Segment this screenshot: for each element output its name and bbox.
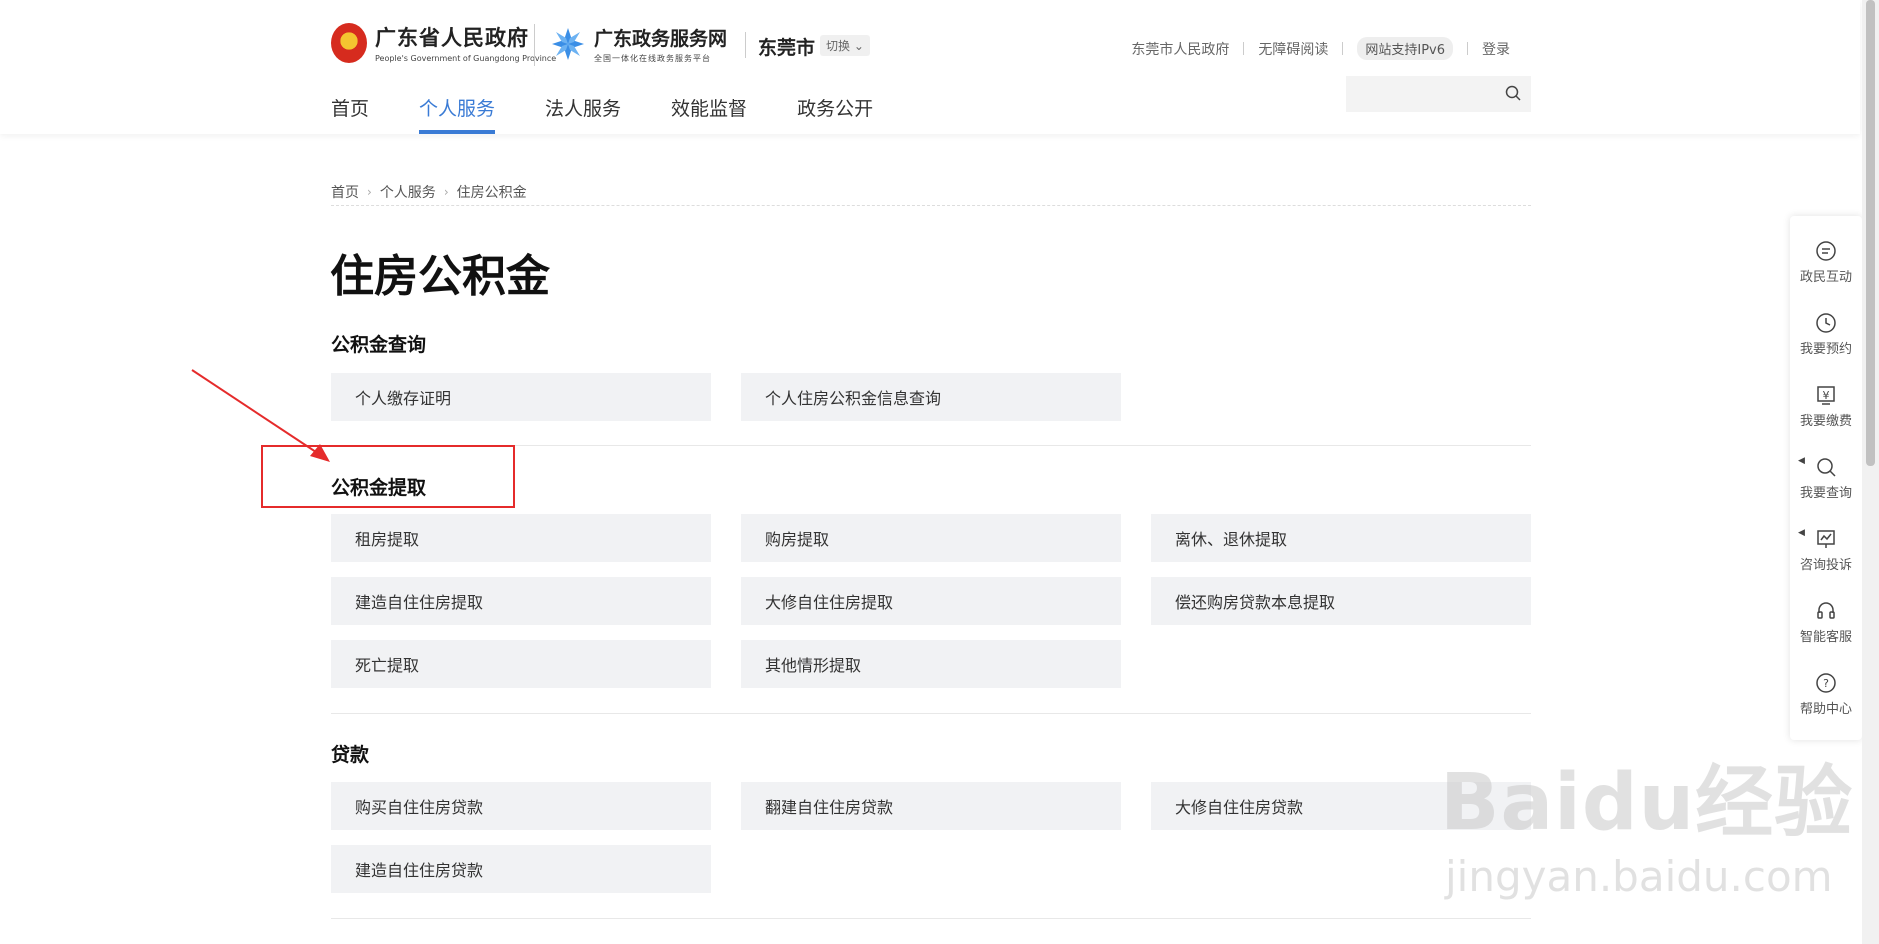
svg-text:?: ? xyxy=(1823,677,1829,690)
section-title-loan: 贷款 xyxy=(331,744,370,766)
floating-sidebar: 政民互动 我要预约 ¥ 我要缴费 ◀ 我要查询 ◀ 咨询投诉 智能客服 ? 帮助… xyxy=(1790,216,1862,740)
sidebar-item-label: 我要缴费 xyxy=(1799,413,1852,429)
annotation-arrow-icon xyxy=(191,369,330,462)
service-card[interactable]: 离休、退休提取 xyxy=(1151,514,1531,562)
service-subtitle: 全国一体化在线政务服务平台 xyxy=(594,54,711,63)
service-card[interactable]: 个人住房公积金信息查询 xyxy=(741,373,1121,421)
nav-efficiency-supervision[interactable]: 效能监督 xyxy=(671,94,747,134)
breadcrumb-home[interactable]: 首页 xyxy=(331,182,359,202)
link-separator xyxy=(1467,42,1468,55)
service-card[interactable]: 死亡提取 xyxy=(331,640,711,688)
service-card[interactable]: 租房提取 xyxy=(331,514,711,562)
breadcrumb-personal-services[interactable]: 个人服务 xyxy=(380,182,436,202)
national-emblem-icon xyxy=(331,22,367,63)
service-card[interactable]: 购房提取 xyxy=(741,514,1121,562)
scrollbar[interactable] xyxy=(1862,0,1879,944)
sidebar-item-query[interactable]: ◀ 我要查询 xyxy=(1790,442,1862,514)
chevron-right-icon: › xyxy=(367,185,372,199)
sidebar-item-complaint[interactable]: ◀ 咨询投诉 xyxy=(1790,514,1862,586)
chevron-down-icon: ⌄ xyxy=(853,39,864,53)
service-card[interactable]: 其他情形提取 xyxy=(741,640,1121,688)
link-separator xyxy=(1342,42,1344,55)
section-divider xyxy=(331,713,1531,714)
sidebar-item-label: 我要预约 xyxy=(1799,341,1852,357)
link-city-gov[interactable]: 东莞市人民政府 xyxy=(1131,39,1229,59)
breadcrumb: 首页 › 个人服务 › 住房公积金 xyxy=(331,182,527,202)
yen-icon: ¥ xyxy=(1817,385,1835,405)
service-card[interactable]: 建造自住住房提取 xyxy=(331,577,711,625)
sidebar-item-help[interactable]: ? 帮助中心 xyxy=(1790,658,1862,730)
sidebar-item-smart-service[interactable]: 智能客服 xyxy=(1790,586,1862,658)
login-link[interactable]: 登录 xyxy=(1482,39,1510,59)
section-title-query: 公积金查询 xyxy=(331,334,427,356)
gov-name-cn: 广东省人民政府 xyxy=(375,26,529,50)
nav-home[interactable]: 首页 xyxy=(331,94,369,134)
nav-gov-affairs-public[interactable]: 政务公开 xyxy=(797,94,873,134)
sidebar-item-label: 帮助中心 xyxy=(1799,701,1852,717)
service-card[interactable]: 翻建自住住房贷款 xyxy=(741,782,1121,830)
sidebar-item-label: 我要查询 xyxy=(1799,485,1852,501)
search-icon xyxy=(1817,457,1836,477)
complaint-icon xyxy=(1817,529,1835,548)
service-card[interactable]: 偿还购房贷款本息提取 xyxy=(1151,577,1531,625)
sidebar-item-payment[interactable]: ¥ 我要缴费 xyxy=(1790,370,1862,442)
service-card[interactable]: 大修自住住房提取 xyxy=(741,577,1121,625)
sidebar-item-appointment[interactable]: 我要预约 xyxy=(1790,298,1862,370)
nav-corporate-services[interactable]: 法人服务 xyxy=(545,94,621,134)
site-header: 广东省人民政府 People's Government of Guangdong… xyxy=(0,0,1860,134)
sidebar-item-label: 智能客服 xyxy=(1799,629,1852,645)
page-title: 住房公积金 xyxy=(330,251,550,302)
clock-icon xyxy=(1816,312,1836,333)
nav-personal-services[interactable]: 个人服务 xyxy=(419,94,496,134)
service-card[interactable]: 购买自住住房贷款 xyxy=(331,782,711,830)
header-divider xyxy=(745,32,746,58)
service-card[interactable]: 建造自住住房贷款 xyxy=(331,845,711,893)
help-icon: ? xyxy=(1816,672,1836,693)
main-nav: 首页 个人服务 法人服务 效能监督 政务公开 xyxy=(331,94,923,134)
baidu-watermark: Baidu经验 xyxy=(1440,758,1854,848)
chevron-right-icon: › xyxy=(443,185,449,199)
sidebar-item-interaction[interactable]: 政民互动 xyxy=(1790,226,1862,298)
breadcrumb-divider xyxy=(331,205,1531,206)
header-divider xyxy=(534,24,535,66)
search-input[interactable] xyxy=(1346,76,1531,112)
gov-name-en: People's Government of Guangdong Provinc… xyxy=(375,54,557,63)
service-name-cn: 广东政务服务网 xyxy=(594,28,728,50)
breadcrumb-current: 住房公积金 xyxy=(456,185,527,201)
sidebar-item-label: 咨询投诉 xyxy=(1799,557,1852,573)
service-card[interactable]: 个人缴存证明 xyxy=(331,373,711,421)
baidu-watermark-url: jingyan.baidu.com xyxy=(1445,852,1833,901)
city-switch-label: 切换 xyxy=(826,39,851,53)
link-accessibility[interactable]: 无障碍阅读 xyxy=(1258,39,1328,59)
top-links: 东莞市人民政府 无障碍阅读 网站支持IPv6 登录 xyxy=(1131,37,1510,60)
section-divider xyxy=(331,918,1531,919)
caret-left-icon: ◀ xyxy=(1798,456,1805,466)
page: 广东省人民政府 People's Government of Guangdong… xyxy=(0,0,1879,944)
chat-icon xyxy=(1816,240,1836,261)
ipv6-badge: 网站支持IPv6 xyxy=(1357,37,1453,60)
svg-text:¥: ¥ xyxy=(1823,389,1830,402)
gov-logo[interactable]: 广东省人民政府 People's Government of Guangdong… xyxy=(331,22,556,63)
city-switch-button[interactable]: 切换 ⌄ xyxy=(820,35,870,56)
caret-left-icon: ◀ xyxy=(1798,528,1805,538)
service-logo-icon xyxy=(552,28,584,60)
search-icon[interactable] xyxy=(1505,85,1521,101)
service-logo[interactable]: 广东政务服务网 全国一体化在线政务服务平台 xyxy=(550,24,727,64)
sidebar-item-label: 政民互动 xyxy=(1799,269,1852,285)
city-name: 东莞市 xyxy=(758,37,816,59)
scrollbar-thumb[interactable] xyxy=(1866,0,1875,466)
headset-icon xyxy=(1817,601,1835,619)
link-separator xyxy=(1243,42,1245,55)
